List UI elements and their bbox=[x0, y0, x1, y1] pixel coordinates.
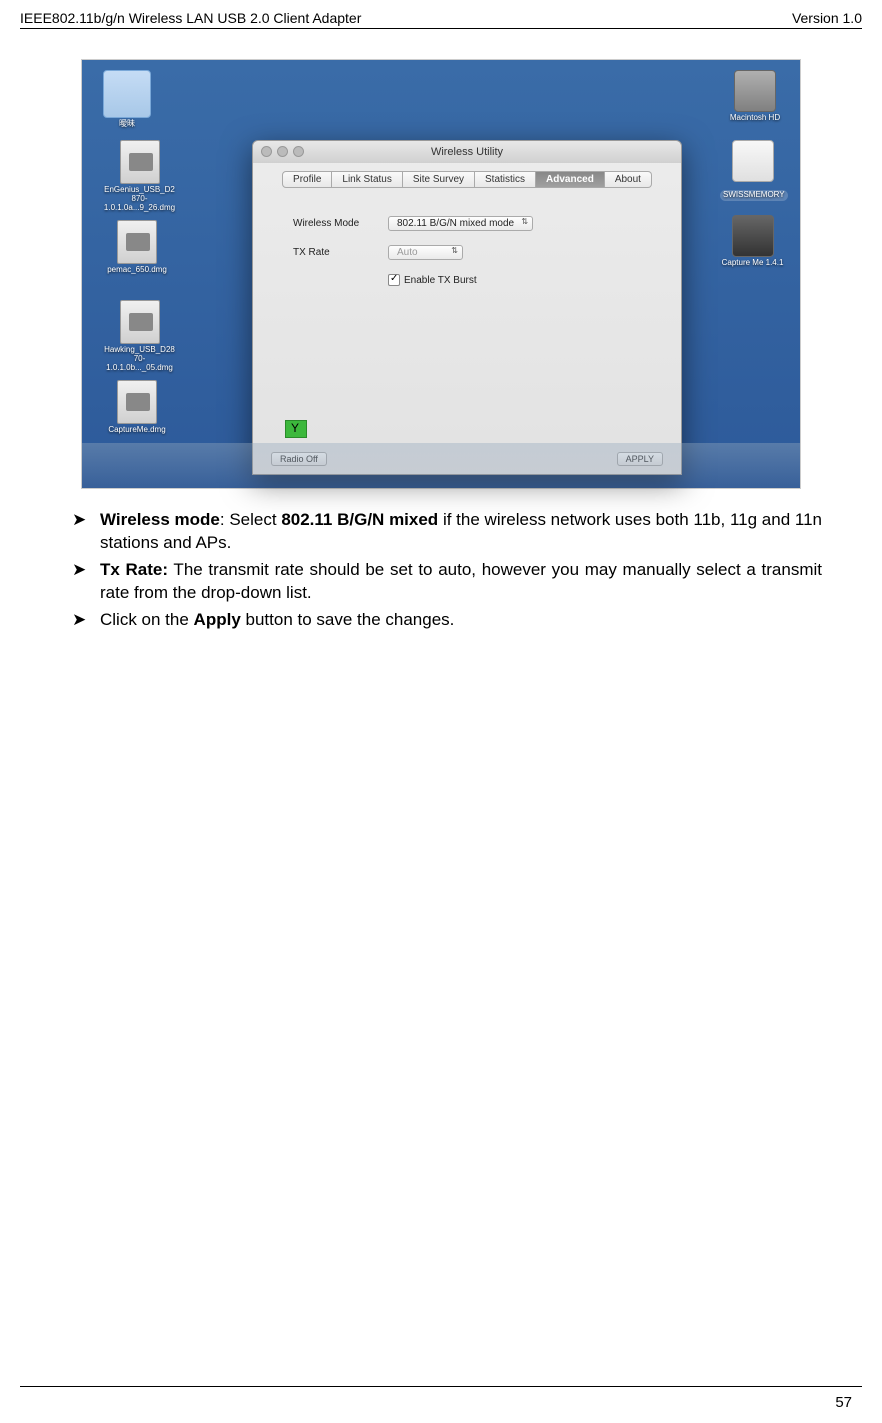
wireless-mode-row: Wireless Mode 802.11 B/G/N mixed mode bbox=[293, 216, 641, 231]
desktop-folder: 曖昧 bbox=[102, 70, 152, 129]
header-left: IEEE802.11b/g/n Wireless LAN USB 2.0 Cli… bbox=[20, 10, 361, 26]
tab-statistics[interactable]: Statistics bbox=[475, 171, 536, 188]
desktop-usb: SWISSMEMORY bbox=[720, 140, 785, 202]
dmg-icon bbox=[120, 140, 160, 184]
dmg-icon bbox=[117, 220, 157, 264]
bullet-marker: ➤ bbox=[60, 609, 100, 632]
usb-drive-icon bbox=[732, 140, 774, 182]
desktop-reflection bbox=[82, 443, 800, 488]
dmg-label-1: EnGenius_USB_D2870-1.0.1.0a...9_26.dmg bbox=[102, 186, 177, 212]
close-icon[interactable] bbox=[261, 146, 272, 157]
app-icon bbox=[732, 215, 774, 257]
bullet-text-1: Wireless mode: Select 802.11 B/G/N mixed… bbox=[100, 509, 822, 555]
window-title: Wireless Utility bbox=[431, 146, 503, 158]
bullet-text-2: Tx Rate: The transmit rate should be set… bbox=[100, 559, 822, 605]
tab-bar: Profile Link Status Site Survey Statisti… bbox=[253, 163, 681, 196]
capture-label: Capture Me 1.4.1 bbox=[720, 259, 785, 268]
tx-rate-label: TX Rate bbox=[293, 247, 388, 258]
minimize-icon[interactable] bbox=[277, 146, 288, 157]
bullet-text-3: Click on the Apply button to save the ch… bbox=[100, 609, 822, 632]
dmg-label-4: CaptureMe.dmg bbox=[102, 426, 172, 435]
page-number: 57 bbox=[835, 1394, 852, 1411]
wireless-mode-label: Wireless Mode bbox=[293, 218, 388, 229]
desktop-dmg-1: EnGenius_USB_D2870-1.0.1.0a...9_26.dmg bbox=[102, 140, 177, 212]
tx-burst-checkbox[interactable] bbox=[388, 274, 400, 286]
advanced-form: Wireless Mode 802.11 B/G/N mixed mode TX… bbox=[253, 196, 681, 306]
bullet-item-2: ➤ Tx Rate: The transmit rate should be s… bbox=[60, 559, 822, 605]
signal-strength-icon bbox=[285, 420, 307, 438]
window-titlebar: Wireless Utility bbox=[253, 141, 681, 163]
tab-profile[interactable]: Profile bbox=[282, 171, 332, 188]
tab-site-survey[interactable]: Site Survey bbox=[403, 171, 475, 188]
header-divider bbox=[20, 28, 862, 29]
dmg-label-2: pemac_650.dmg bbox=[102, 266, 172, 275]
tx-burst-label: Enable TX Burst bbox=[404, 275, 477, 286]
footer-divider bbox=[20, 1386, 862, 1387]
desktop-hd: Macintosh HD bbox=[725, 70, 785, 123]
tx-burst-row: Enable TX Burst bbox=[388, 274, 641, 286]
dmg-icon bbox=[120, 300, 160, 344]
folder-label: 曖昧 bbox=[102, 120, 152, 129]
mac-desktop-screenshot: 曖昧 EnGenius_USB_D2870-1.0.1.0a...9_26.dm… bbox=[81, 59, 801, 489]
desktop-dmg-3: Hawking_USB_D2870-1.0.1.0b..._05.dmg bbox=[102, 300, 177, 372]
tab-link-status[interactable]: Link Status bbox=[332, 171, 402, 188]
zoom-icon[interactable] bbox=[293, 146, 304, 157]
tab-about[interactable]: About bbox=[605, 171, 652, 188]
bullet-item-1: ➤ Wireless mode: Select 802.11 B/G/N mix… bbox=[60, 509, 822, 555]
bullet-marker: ➤ bbox=[60, 559, 100, 605]
desktop-dmg-4: CaptureMe.dmg bbox=[102, 380, 172, 435]
usb-label: SWISSMEMORY bbox=[720, 190, 788, 201]
dmg-label-3: Hawking_USB_D2870-1.0.1.0b..._05.dmg bbox=[102, 346, 177, 372]
bullet-item-3: ➤ Click on the Apply button to save the … bbox=[60, 609, 822, 632]
bullet-marker: ➤ bbox=[60, 509, 100, 555]
wireless-mode-dropdown[interactable]: 802.11 B/G/N mixed mode bbox=[388, 216, 533, 231]
tx-rate-row: TX Rate Auto bbox=[293, 245, 641, 260]
desktop-capture: Capture Me 1.4.1 bbox=[720, 215, 785, 268]
desktop-dmg-2: pemac_650.dmg bbox=[102, 220, 172, 275]
tab-advanced[interactable]: Advanced bbox=[536, 171, 605, 188]
header-right: Version 1.0 bbox=[792, 10, 862, 26]
hd-label: Macintosh HD bbox=[725, 114, 785, 123]
harddrive-icon bbox=[734, 70, 776, 112]
dmg-icon bbox=[117, 380, 157, 424]
window-controls[interactable] bbox=[261, 146, 304, 157]
tx-rate-dropdown[interactable]: Auto bbox=[388, 245, 463, 260]
folder-icon bbox=[103, 70, 151, 118]
wireless-utility-window: Wireless Utility Profile Link Status Sit… bbox=[252, 140, 682, 475]
document-body: ➤ Wireless mode: Select 802.11 B/G/N mix… bbox=[0, 509, 882, 632]
